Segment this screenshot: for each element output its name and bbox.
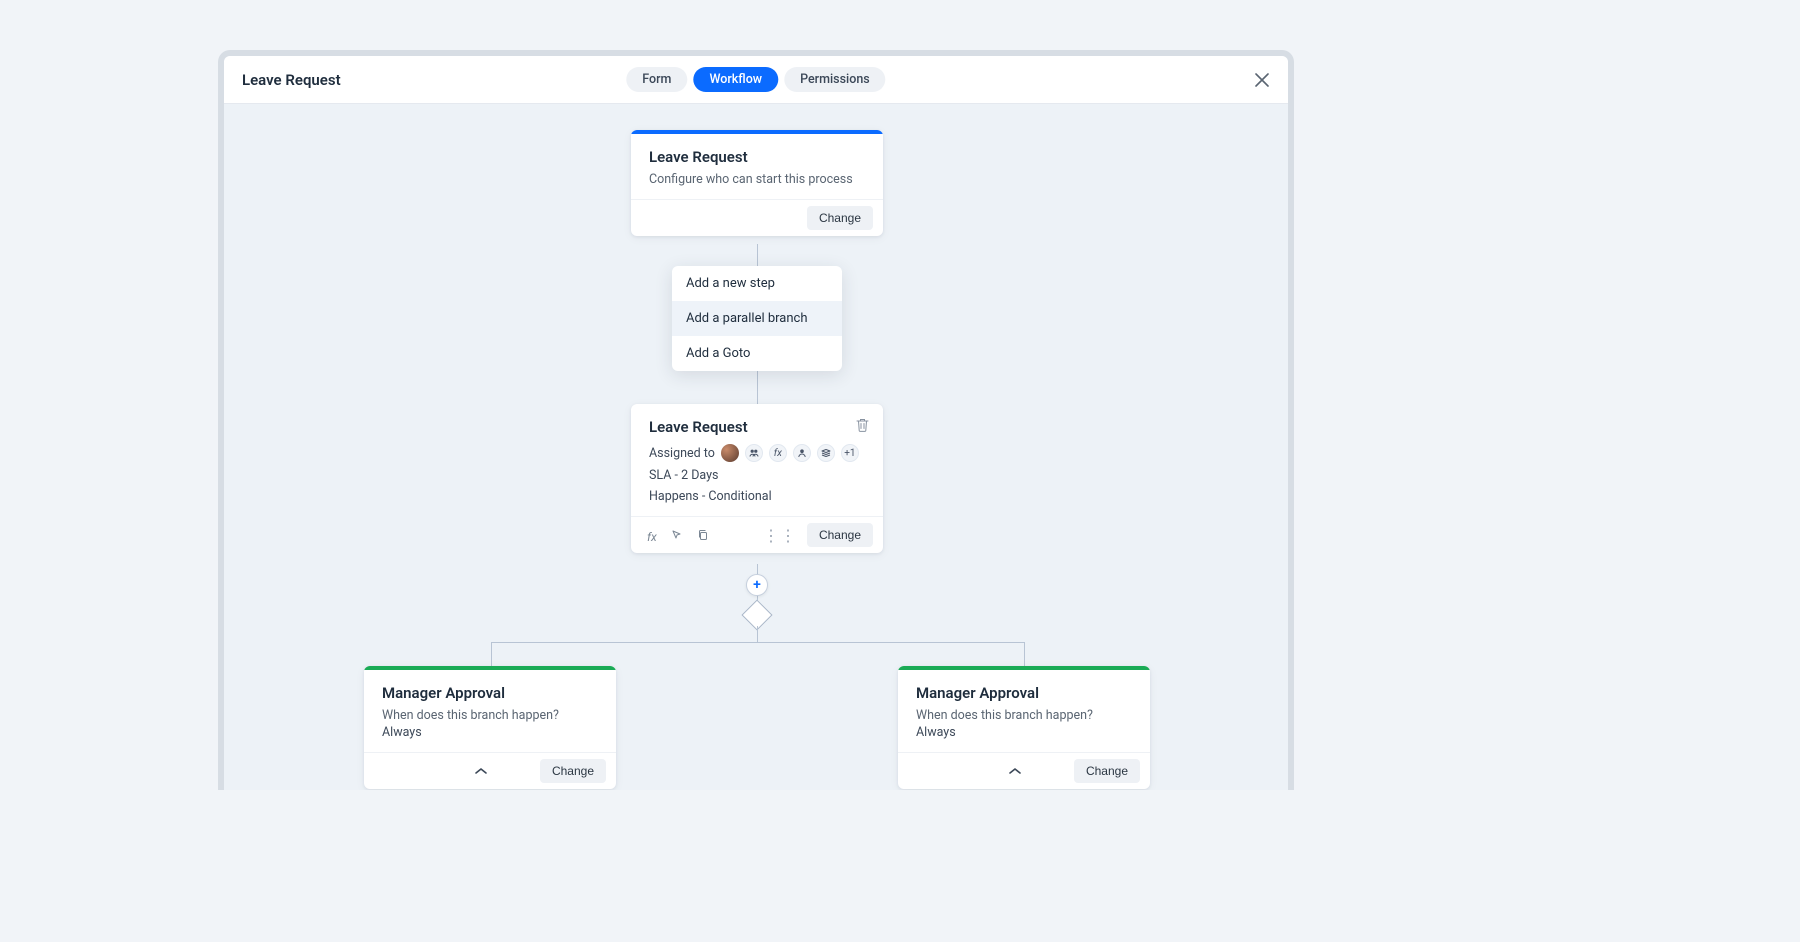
page-frame: Leave Request Form Workflow Permissions … xyxy=(0,0,1800,942)
cursor-action[interactable] xyxy=(671,529,683,541)
modal-header: Leave Request Form Workflow Permissions xyxy=(224,56,1288,104)
branch-right-collapse[interactable] xyxy=(1008,766,1022,776)
branch-card-left[interactable]: Manager Approval When does this branch h… xyxy=(364,666,616,789)
workflow-canvas[interactable]: Leave Request Configure who can start th… xyxy=(224,104,1288,790)
branch-left-title: Manager Approval xyxy=(382,684,598,702)
workflow-editor-modal: Leave Request Form Workflow Permissions … xyxy=(218,50,1294,790)
assignee-formula-chip[interactable]: fx xyxy=(769,444,787,462)
step-card[interactable]: Leave Request Assigned to fx xyxy=(631,404,883,553)
step-sla: SLA - 2 Days xyxy=(649,468,865,483)
assignee-stack-chip[interactable] xyxy=(817,444,835,462)
branch-right-answer: Always xyxy=(916,725,1132,740)
copy-icon xyxy=(697,529,709,541)
close-icon xyxy=(1255,73,1269,87)
assignee-more-chip[interactable]: +1 xyxy=(841,444,859,462)
cursor-icon xyxy=(671,529,683,541)
stack-icon xyxy=(821,448,831,458)
step-card-title: Leave Request xyxy=(649,418,865,436)
add-node-popover: Add a new step Add a parallel branch Add… xyxy=(672,266,842,371)
popover-add-parallel-branch[interactable]: Add a parallel branch xyxy=(672,301,842,336)
delete-step-button[interactable] xyxy=(856,418,869,432)
assignee-user-chip[interactable] xyxy=(793,444,811,462)
assigned-to-row: Assigned to fx +1 xyxy=(649,444,865,462)
chevron-up-icon xyxy=(1008,766,1022,776)
start-change-button[interactable]: Change xyxy=(807,206,873,230)
chevron-up-icon xyxy=(474,766,488,776)
branch-left-collapse[interactable] xyxy=(474,766,488,776)
tab-form[interactable]: Form xyxy=(626,67,687,92)
start-card-title: Leave Request xyxy=(649,148,865,166)
user-icon xyxy=(797,448,807,458)
branch-left-change-button[interactable]: Change xyxy=(540,759,606,783)
connector-line xyxy=(757,626,758,642)
assignee-avatar[interactable] xyxy=(721,444,739,462)
add-node-button[interactable]: + xyxy=(746,574,768,596)
branch-right-question: When does this branch happen? xyxy=(916,708,1132,723)
step-footer-icons: fx xyxy=(641,526,709,545)
modal-title: Leave Request xyxy=(242,71,341,89)
branch-right-title: Manager Approval xyxy=(916,684,1132,702)
copy-action[interactable] xyxy=(697,529,709,541)
step-happens: Happens - Conditional xyxy=(649,489,865,504)
tab-workflow[interactable]: Workflow xyxy=(693,67,778,92)
branch-left-answer: Always xyxy=(382,725,598,740)
assigned-to-label: Assigned to xyxy=(649,446,715,461)
step-change-button[interactable]: Change xyxy=(807,523,873,547)
tab-permissions[interactable]: Permissions xyxy=(784,67,886,92)
drag-handle[interactable]: ⋮⋮ xyxy=(763,526,797,545)
formula-action[interactable]: fx xyxy=(647,526,657,545)
branch-connector xyxy=(491,642,1025,666)
branch-right-change-button[interactable]: Change xyxy=(1074,759,1140,783)
popover-add-step[interactable]: Add a new step xyxy=(672,266,842,301)
branch-card-right[interactable]: Manager Approval When does this branch h… xyxy=(898,666,1150,789)
start-card[interactable]: Leave Request Configure who can start th… xyxy=(631,130,883,236)
trash-icon xyxy=(856,418,869,432)
start-card-subtitle: Configure who can start this process xyxy=(649,172,865,187)
close-button[interactable] xyxy=(1250,68,1274,92)
view-tabs: Form Workflow Permissions xyxy=(626,67,885,92)
assignee-group-chip[interactable] xyxy=(745,444,763,462)
group-icon xyxy=(749,448,759,458)
branch-left-question: When does this branch happen? xyxy=(382,708,598,723)
popover-add-goto[interactable]: Add a Goto xyxy=(672,336,842,371)
